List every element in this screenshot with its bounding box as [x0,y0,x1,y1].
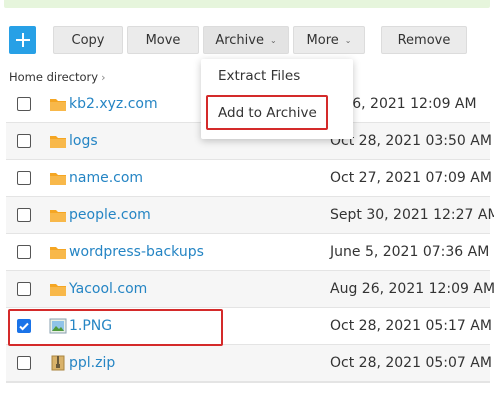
breadcrumb-home-link[interactable]: Home directory [9,70,98,84]
more-button[interactable]: More ⌄ [293,26,365,54]
copy-button[interactable]: Copy [53,26,123,54]
table-row[interactable]: ppl.zip Oct 28, 2021 05:07 AM [6,345,492,382]
menu-item-add-to-archive[interactable]: Add to Archive [218,105,317,121]
folder-icon [50,99,66,111]
file-name-link[interactable]: Yacool.com [69,281,147,297]
table-row[interactable]: name.com Oct 27, 2021 07:09 AM [6,160,492,197]
row-checkbox[interactable] [17,171,31,185]
file-name-link[interactable]: name.com [69,170,143,186]
top-status-strip [4,0,490,8]
more-button-label: More [306,32,339,48]
add-button[interactable] [9,26,36,54]
table-row[interactable]: wordpress-backups June 5, 2021 07:36 AM [6,234,490,271]
remove-button-label: Remove [397,32,451,48]
archive-dropdown-menu: Extract Files Add to Archive [201,59,353,139]
file-name-link[interactable]: wordpress-backups [69,244,204,260]
move-button[interactable]: Move [127,26,199,54]
archive-button-label: Archive [215,32,264,48]
file-name-link[interactable]: people.com [69,207,151,223]
table-row[interactable]: people.com Sept 30, 2021 12:27 AM [6,197,494,234]
folder-icon [50,173,66,185]
file-date: Oct 28, 2021 03:50 AM [330,133,492,149]
file-date: Sept 30, 2021 12:27 AM [330,207,494,223]
folder-icon [50,247,66,259]
plus-icon [15,33,30,47]
file-name-link[interactable]: logs [69,133,98,149]
folder-icon [50,210,66,222]
row-checkbox[interactable] [17,134,31,148]
row-checkbox[interactable] [17,97,31,111]
archive-button[interactable]: Archive ⌄ [203,26,289,54]
selected-row-highlight [8,309,223,346]
table-row[interactable]: Yacool.com Aug 26, 2021 12:09 AM [6,271,494,308]
menu-item-extract-files[interactable]: Extract Files [218,68,300,84]
file-date: June 5, 2021 07:36 AM [330,244,490,260]
breadcrumb: Home directory › [9,70,105,84]
row-checkbox[interactable] [17,356,31,370]
file-date: Aug 26, 2021 12:09 AM [330,281,494,297]
file-name-link[interactable]: ppl.zip [69,355,115,371]
row-checkbox[interactable] [17,208,31,222]
folder-icon [50,284,66,296]
copy-button-label: Copy [71,32,105,48]
row-checkbox[interactable] [17,245,31,259]
file-name-link[interactable]: kb2.xyz.com [69,96,158,112]
chevron-down-icon: ⌄ [344,35,352,45]
row-checkbox[interactable] [17,282,31,296]
zip-file-icon [51,355,65,371]
file-toolbar: Copy Move Archive ⌄ More ⌄ Remove [0,26,494,56]
file-date: Oct 28, 2021 05:17 AM [330,318,492,334]
chevron-down-icon: ⌄ [269,35,277,45]
file-date: Oct 28, 2021 05:07 AM [330,355,492,371]
move-button-label: Move [145,32,181,48]
list-bottom-divider [6,382,490,383]
file-date: Oct 27, 2021 07:09 AM [330,170,492,186]
folder-icon [50,136,66,148]
chevron-right-icon: › [101,70,106,84]
remove-button[interactable]: Remove [381,26,467,54]
